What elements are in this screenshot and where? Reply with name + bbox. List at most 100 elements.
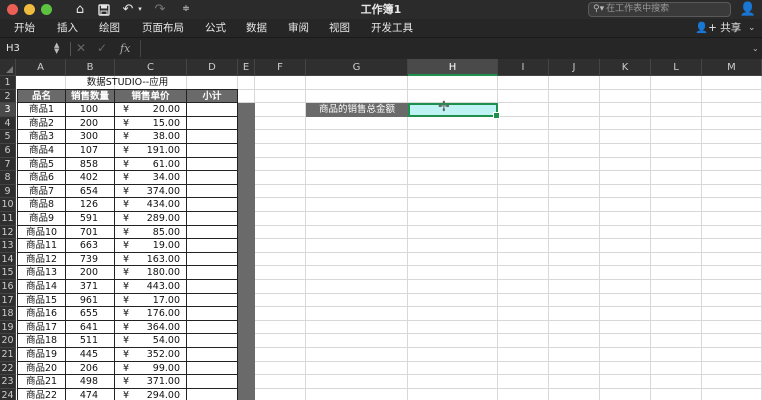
- cell-subtotal[interactable]: [187, 116, 238, 131]
- cell-subtotal[interactable]: [187, 361, 238, 376]
- cell-price[interactable]: ¥85.00: [115, 225, 187, 240]
- name-box-stepper-icon[interactable]: ▲ ▼: [54, 42, 59, 55]
- cell-price[interactable]: ¥191.00: [115, 144, 187, 158]
- search-input[interactable]: ⚲▾ 在工作表中搜索: [588, 2, 731, 17]
- column-header-a[interactable]: A: [16, 59, 66, 76]
- row-header-10[interactable]: 10: [0, 198, 16, 212]
- cell-price[interactable]: ¥34.00: [115, 171, 187, 185]
- formula-input[interactable]: [140, 40, 748, 57]
- cell-qty[interactable]: 300: [66, 130, 115, 144]
- cell-price[interactable]: ¥17.00: [115, 293, 187, 308]
- cell-price[interactable]: ¥163.00: [115, 252, 187, 267]
- cell-price[interactable]: ¥294.00: [115, 388, 187, 400]
- header-name[interactable]: 品名: [17, 89, 66, 104]
- row-header-1[interactable]: 1: [0, 76, 16, 90]
- cell-subtotal[interactable]: [187, 388, 238, 400]
- cell-product-name[interactable]: 商品6: [17, 171, 66, 185]
- cell-qty[interactable]: 511: [66, 334, 115, 348]
- save-icon[interactable]: [96, 1, 112, 18]
- row-header-22[interactable]: 22: [0, 361, 16, 376]
- cell-qty[interactable]: 739: [66, 252, 115, 267]
- share-button[interactable]: 👤+ 共享: [695, 19, 741, 37]
- user-icon[interactable]: 👤: [739, 1, 757, 18]
- home-icon[interactable]: ⌂: [72, 1, 88, 18]
- cell-subtotal[interactable]: [187, 334, 238, 348]
- row-header-5[interactable]: 5: [0, 130, 16, 144]
- column-header-j[interactable]: J: [549, 59, 600, 76]
- cell-price[interactable]: ¥352.00: [115, 348, 187, 362]
- active-cell-h3[interactable]: [408, 102, 500, 119]
- minimize-window-button[interactable]: [24, 4, 35, 15]
- column-header-m[interactable]: M: [702, 59, 762, 76]
- confirm-entry-icon[interactable]: ✓: [97, 40, 107, 57]
- column-header-f[interactable]: F: [255, 59, 306, 76]
- cell-price[interactable]: ¥443.00: [115, 280, 187, 294]
- cell-subtotal[interactable]: [187, 293, 238, 308]
- row-header-14[interactable]: 14: [0, 252, 16, 267]
- column-header-l[interactable]: L: [651, 59, 702, 76]
- cell-subtotal[interactable]: [187, 307, 238, 321]
- row-header-19[interactable]: 19: [0, 320, 16, 335]
- column-header-g[interactable]: G: [306, 59, 408, 76]
- cell-product-name[interactable]: 商品13: [17, 266, 66, 280]
- tab-page-layout[interactable]: 页面布局: [142, 19, 184, 37]
- column-header-i[interactable]: I: [498, 59, 549, 76]
- cell-product-name[interactable]: 商品4: [17, 144, 66, 158]
- cell-subtotal[interactable]: [187, 103, 238, 117]
- column-header-h[interactable]: H: [408, 59, 498, 76]
- cell-qty[interactable]: 654: [66, 184, 115, 199]
- row-header-8[interactable]: 8: [0, 171, 16, 185]
- cell-price[interactable]: ¥434.00: [115, 198, 187, 212]
- cell-price[interactable]: ¥54.00: [115, 334, 187, 348]
- row-header-21[interactable]: 21: [0, 348, 16, 362]
- cell-subtotal[interactable]: [187, 320, 238, 335]
- row-header-7[interactable]: 7: [0, 157, 16, 172]
- cell-qty[interactable]: 100: [66, 103, 115, 117]
- row-header-13[interactable]: 13: [0, 239, 16, 253]
- cell-product-name[interactable]: 商品9: [17, 212, 66, 226]
- tab-review[interactable]: 审阅: [288, 19, 309, 37]
- cell-product-name[interactable]: 商品3: [17, 130, 66, 144]
- cell-price[interactable]: ¥289.00: [115, 212, 187, 226]
- cell-product-name[interactable]: 商品11: [17, 239, 66, 253]
- cell-product-name[interactable]: 商品19: [17, 348, 66, 362]
- column-e-fill[interactable]: [238, 103, 255, 400]
- cell-product-name[interactable]: 商品12: [17, 252, 66, 267]
- spreadsheet-grid[interactable]: ABCDEFGHIJKLM 1 2 3 4 5 6 7 8 9 10 11 12 13 14 15 16 17 1…: [0, 59, 762, 400]
- cell-subtotal[interactable]: [187, 266, 238, 280]
- column-header-e[interactable]: E: [238, 59, 255, 76]
- cell-product-name[interactable]: 商品5: [17, 157, 66, 172]
- row-header-18[interactable]: 18: [0, 307, 16, 321]
- cell-qty[interactable]: 445: [66, 348, 115, 362]
- cell-subtotal[interactable]: [187, 280, 238, 294]
- cell-price[interactable]: ¥20.00: [115, 103, 187, 117]
- tab-insert[interactable]: 插入: [57, 19, 78, 37]
- cell-product-name[interactable]: 商品1: [17, 103, 66, 117]
- cell-qty[interactable]: 107: [66, 144, 115, 158]
- column-header-d[interactable]: D: [187, 59, 238, 76]
- expand-formula-bar-icon[interactable]: ⌄: [752, 42, 759, 56]
- cell-subtotal[interactable]: [187, 212, 238, 226]
- cell-price[interactable]: ¥180.00: [115, 266, 187, 280]
- redo-icon[interactable]: ↷: [152, 1, 168, 18]
- row-header-16[interactable]: 16: [0, 280, 16, 294]
- cell-subtotal[interactable]: [187, 239, 238, 253]
- summary-label-cell[interactable]: 商品的销售总金额: [306, 103, 408, 117]
- cell-product-name[interactable]: 商品7: [17, 184, 66, 199]
- tab-developer[interactable]: 开发工具: [371, 19, 413, 37]
- header-qty[interactable]: 销售数量: [66, 89, 115, 104]
- cell-product-name[interactable]: 商品15: [17, 293, 66, 308]
- cell-subtotal[interactable]: [187, 184, 238, 199]
- cell-price[interactable]: ¥99.00: [115, 361, 187, 376]
- table-title[interactable]: 数据STUDIO--应用: [17, 76, 238, 90]
- row-header-11[interactable]: 11: [0, 212, 16, 226]
- cell-qty[interactable]: 474: [66, 388, 115, 400]
- close-window-button[interactable]: [7, 4, 18, 15]
- cell-price[interactable]: ¥374.00: [115, 184, 187, 199]
- cell-product-name[interactable]: 商品2: [17, 116, 66, 131]
- cell-product-name[interactable]: 商品20: [17, 361, 66, 376]
- cell-product-name[interactable]: 商品16: [17, 307, 66, 321]
- cell-subtotal[interactable]: [187, 157, 238, 172]
- cell-qty[interactable]: 126: [66, 198, 115, 212]
- cell-product-name[interactable]: 商品21: [17, 375, 66, 389]
